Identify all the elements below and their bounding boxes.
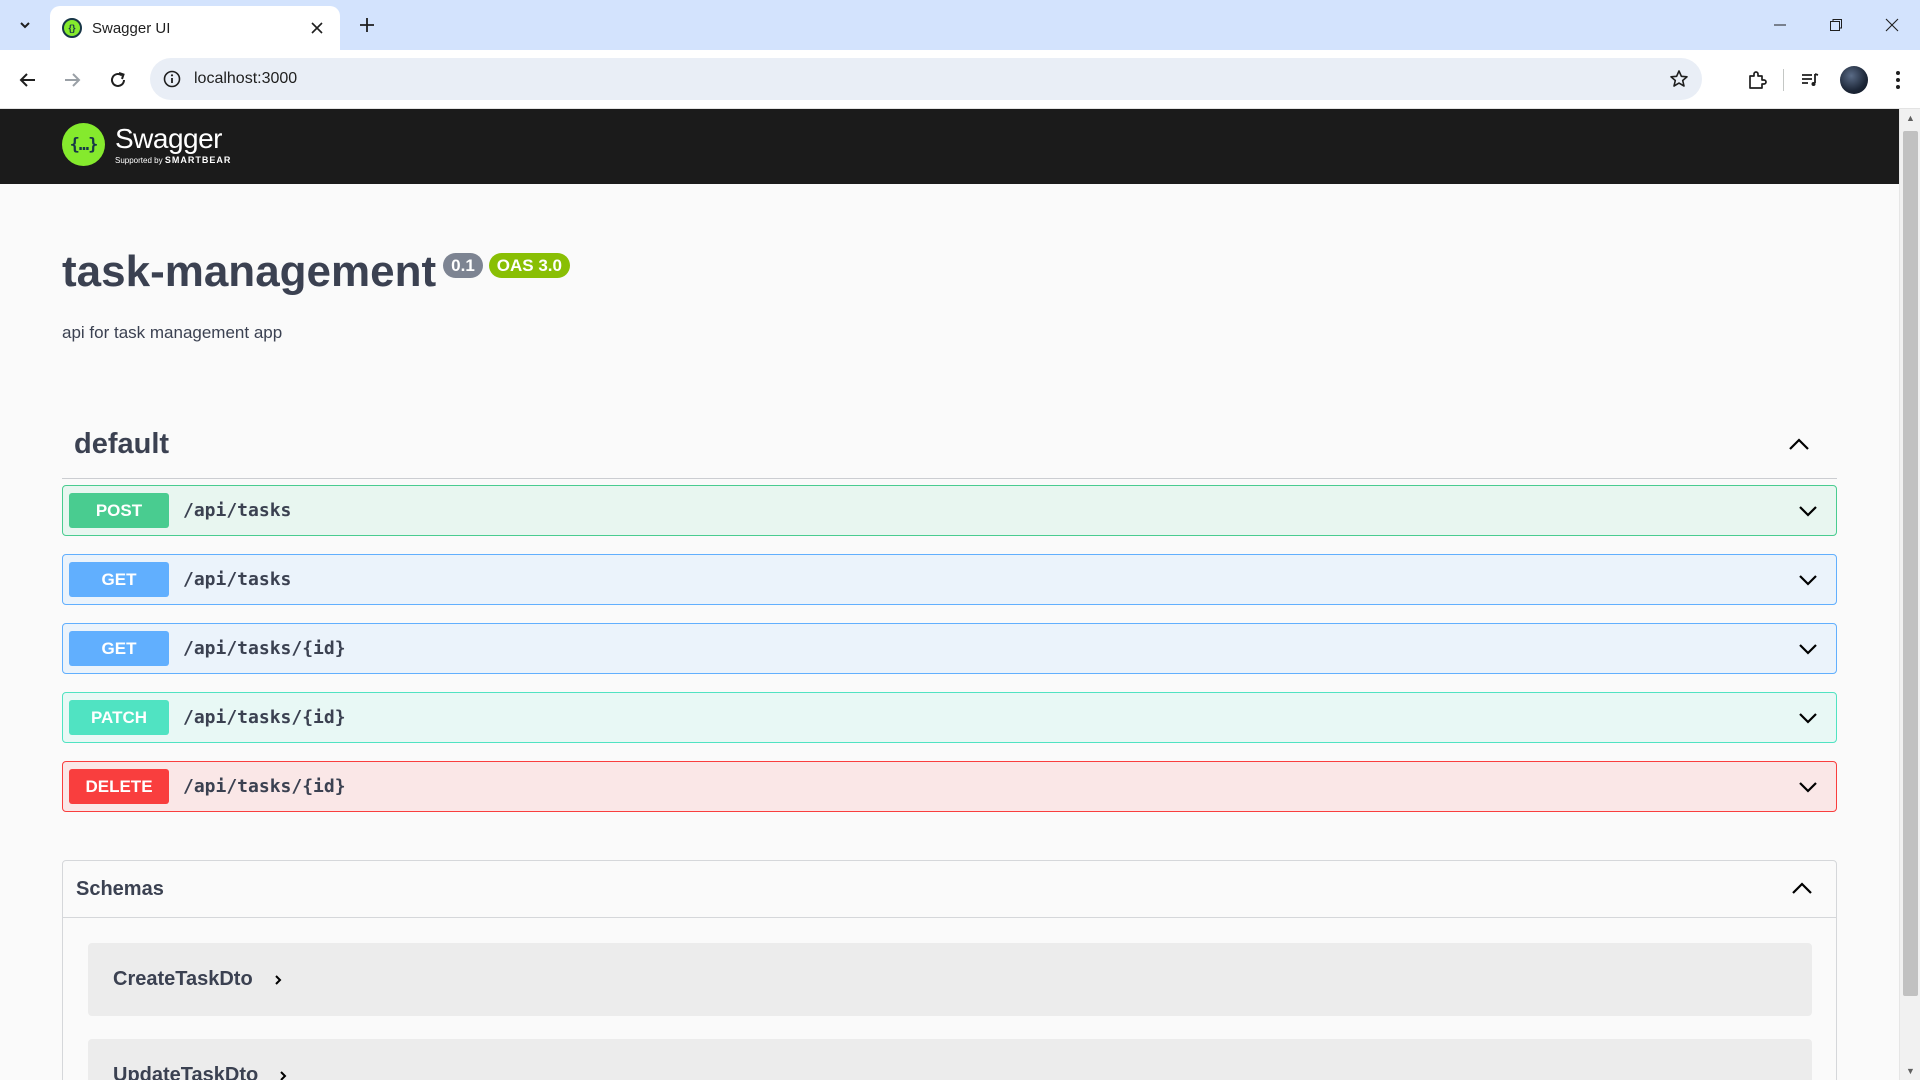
oas-badge: OAS 3.0: [488, 253, 570, 278]
minimize-icon: [1774, 24, 1786, 26]
media-control-button[interactable]: [1788, 60, 1832, 100]
minimize-button[interactable]: [1752, 0, 1808, 50]
schema-item[interactable]: CreateTaskDto: [88, 943, 1812, 1016]
swagger-logo[interactable]: {…} Swagger Supported by SMARTBEAR: [62, 123, 231, 166]
chevron-down-icon: [1799, 574, 1817, 586]
info-icon: [163, 70, 181, 88]
page-scrollbar[interactable]: ▲ ▼: [1899, 109, 1920, 1080]
arrow-right-icon: [65, 73, 81, 87]
browser-tab-strip: {} Swagger UI: [0, 0, 1920, 50]
schemas-title: Schemas: [76, 877, 164, 900]
tab-title: Swagger UI: [92, 19, 171, 37]
profile-button[interactable]: [1832, 60, 1876, 100]
schemas-header[interactable]: Schemas: [63, 861, 1836, 918]
schemas-collapse-button[interactable]: [1782, 869, 1822, 909]
site-info-button[interactable]: [150, 70, 194, 88]
api-title: task-management: [62, 247, 437, 296]
new-tab-button[interactable]: [352, 10, 382, 40]
api-info: task-management 0.1 OAS 3.0 api for task…: [62, 247, 570, 343]
operation-path: /api/tasks: [183, 500, 292, 521]
swagger-logo-subtitle: Supported by SMARTBEAR: [115, 155, 232, 165]
method-badge: POST: [69, 493, 169, 528]
close-icon: [311, 22, 323, 34]
schema-name: CreateTaskDto: [113, 968, 253, 990]
restore-button[interactable]: [1808, 0, 1864, 50]
swagger-logo-icon: {…}: [62, 123, 105, 166]
toolbar-actions: [1735, 60, 1920, 100]
close-icon: [1885, 18, 1899, 32]
tab-close-button[interactable]: [306, 17, 328, 39]
method-badge: GET: [69, 631, 169, 666]
chevron-down-icon: [1799, 643, 1817, 655]
operation-get[interactable]: GET/api/tasks: [62, 554, 1837, 605]
chevron-down-icon: [1799, 505, 1817, 517]
page-viewport: {…} Swagger Supported by SMARTBEAR task-…: [0, 109, 1920, 1080]
swagger-favicon-icon: {}: [62, 18, 82, 38]
bookmark-button[interactable]: [1656, 69, 1702, 89]
arrow-left-icon: [19, 73, 35, 87]
method-badge: DELETE: [69, 769, 169, 804]
schema-item[interactable]: UpdateTaskDto: [88, 1039, 1812, 1080]
api-description: api for task management app: [62, 323, 283, 342]
restore-icon: [1830, 19, 1842, 31]
tag-header[interactable]: default: [62, 411, 1837, 479]
more-vertical-icon: [1896, 71, 1900, 89]
chevron-up-icon: [1792, 882, 1812, 894]
chevron-down-icon: [1799, 781, 1817, 793]
method-badge: GET: [69, 562, 169, 597]
operation-get[interactable]: GET/api/tasks/{id}: [62, 623, 1837, 674]
star-icon: [1670, 70, 1688, 87]
back-button[interactable]: [12, 64, 44, 96]
operation-path: /api/tasks/{id}: [183, 638, 346, 659]
schema-name: UpdateTaskDto: [113, 1064, 259, 1080]
chevron-right-icon: [278, 1070, 288, 1080]
tag-collapse-button[interactable]: [1779, 425, 1819, 465]
operation-path: /api/tasks/{id}: [183, 707, 346, 728]
method-badge: PATCH: [69, 700, 169, 735]
toolbar-separator: [1783, 69, 1784, 91]
scroll-thumb[interactable]: [1903, 131, 1918, 996]
address-bar[interactable]: localhost:3000: [150, 58, 1702, 100]
plus-icon: [360, 18, 374, 32]
media-control-icon: [1802, 73, 1819, 86]
scroll-down-arrow-icon[interactable]: ▼: [1900, 1062, 1920, 1080]
operation-post[interactable]: POST/api/tasks: [62, 485, 1837, 536]
expand-operation-button[interactable]: [1790, 562, 1826, 598]
schemas-section: Schemas CreateTaskDto UpdateTaskDto: [62, 860, 1837, 1080]
avatar: [1840, 66, 1868, 94]
chevron-down-icon: [1799, 712, 1817, 724]
close-window-button[interactable]: [1864, 0, 1920, 50]
operation-path: /api/tasks: [183, 569, 292, 590]
chevron-down-icon: [20, 22, 30, 29]
scroll-up-arrow-icon[interactable]: ▲: [1900, 109, 1920, 127]
url-text: localhost:3000: [194, 70, 298, 87]
swagger-topbar: {…} Swagger Supported by SMARTBEAR: [0, 109, 1899, 184]
operation-path: /api/tasks/{id}: [183, 776, 346, 797]
operation-patch[interactable]: PATCH/api/tasks/{id}: [62, 692, 1837, 743]
version-badge: 0.1: [443, 253, 483, 278]
expand-operation-button[interactable]: [1790, 700, 1826, 736]
browser-menu-button[interactable]: [1876, 60, 1920, 100]
tag-section-default: default POST/api/tasks GET/api/tasks GET/a…: [62, 411, 1837, 830]
forward-button[interactable]: [56, 64, 88, 96]
expand-operation-button[interactable]: [1790, 769, 1826, 805]
window-controls: [1752, 0, 1920, 50]
operations-list: POST/api/tasks GET/api/tasks GET/api/tasks…: [62, 485, 1837, 812]
reload-button[interactable]: [102, 64, 134, 96]
puzzle-icon: [1749, 71, 1767, 89]
browser-toolbar: localhost:3000: [0, 50, 1920, 109]
tab-search-button[interactable]: [10, 10, 40, 40]
chevron-up-icon: [1789, 437, 1809, 450]
chevron-right-icon: [273, 974, 283, 986]
operation-delete[interactable]: DELETE/api/tasks/{id}: [62, 761, 1837, 812]
reload-icon: [111, 72, 125, 87]
expand-operation-button[interactable]: [1790, 631, 1826, 667]
expand-operation-button[interactable]: [1790, 493, 1826, 529]
browser-tab[interactable]: {} Swagger UI: [50, 6, 340, 50]
tag-name: default: [74, 428, 170, 460]
extensions-button[interactable]: [1735, 60, 1779, 100]
swagger-logo-text: Swagger: [115, 123, 223, 154]
